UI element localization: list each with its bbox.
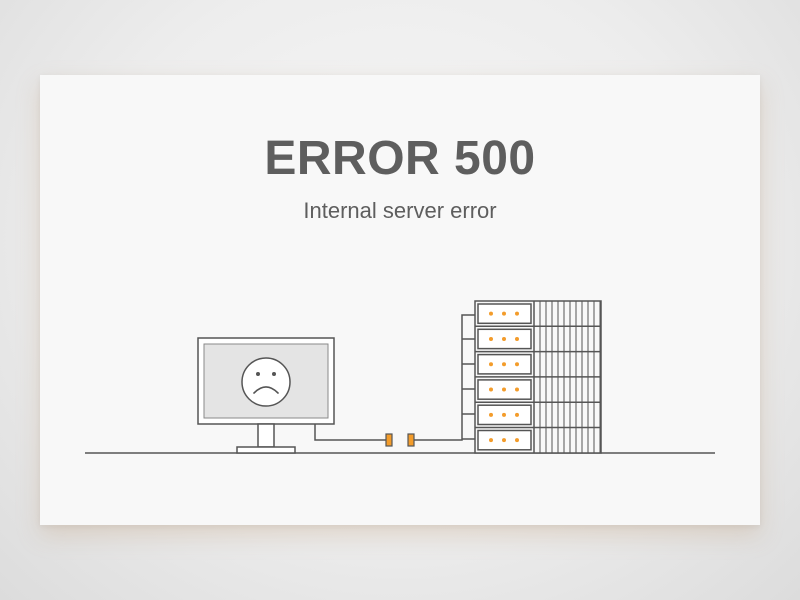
- status-led: [502, 336, 506, 341]
- status-led: [515, 438, 519, 443]
- status-led: [502, 362, 506, 367]
- cable-right: [414, 314, 475, 441]
- status-led: [502, 412, 506, 417]
- status-led: [502, 438, 506, 443]
- error-card: ERROR 500 Internal server error: [40, 75, 760, 525]
- status-led: [489, 412, 493, 417]
- plug-left-icon: [385, 433, 393, 447]
- status-led: [502, 311, 506, 316]
- status-led: [489, 311, 493, 316]
- status-led: [489, 438, 493, 443]
- status-led: [489, 387, 493, 392]
- status-led: [489, 362, 493, 367]
- status-led: [502, 387, 506, 392]
- plug-right-icon: [407, 433, 415, 447]
- status-led: [489, 336, 493, 341]
- error-illustration: [85, 300, 715, 454]
- status-led: [515, 362, 519, 367]
- status-led: [515, 336, 519, 341]
- sad-face-icon: [241, 357, 291, 407]
- status-led: [515, 311, 519, 316]
- status-led: [515, 387, 519, 392]
- cable-left: [314, 424, 386, 441]
- server-rack-icon: [474, 300, 602, 454]
- status-led: [515, 412, 519, 417]
